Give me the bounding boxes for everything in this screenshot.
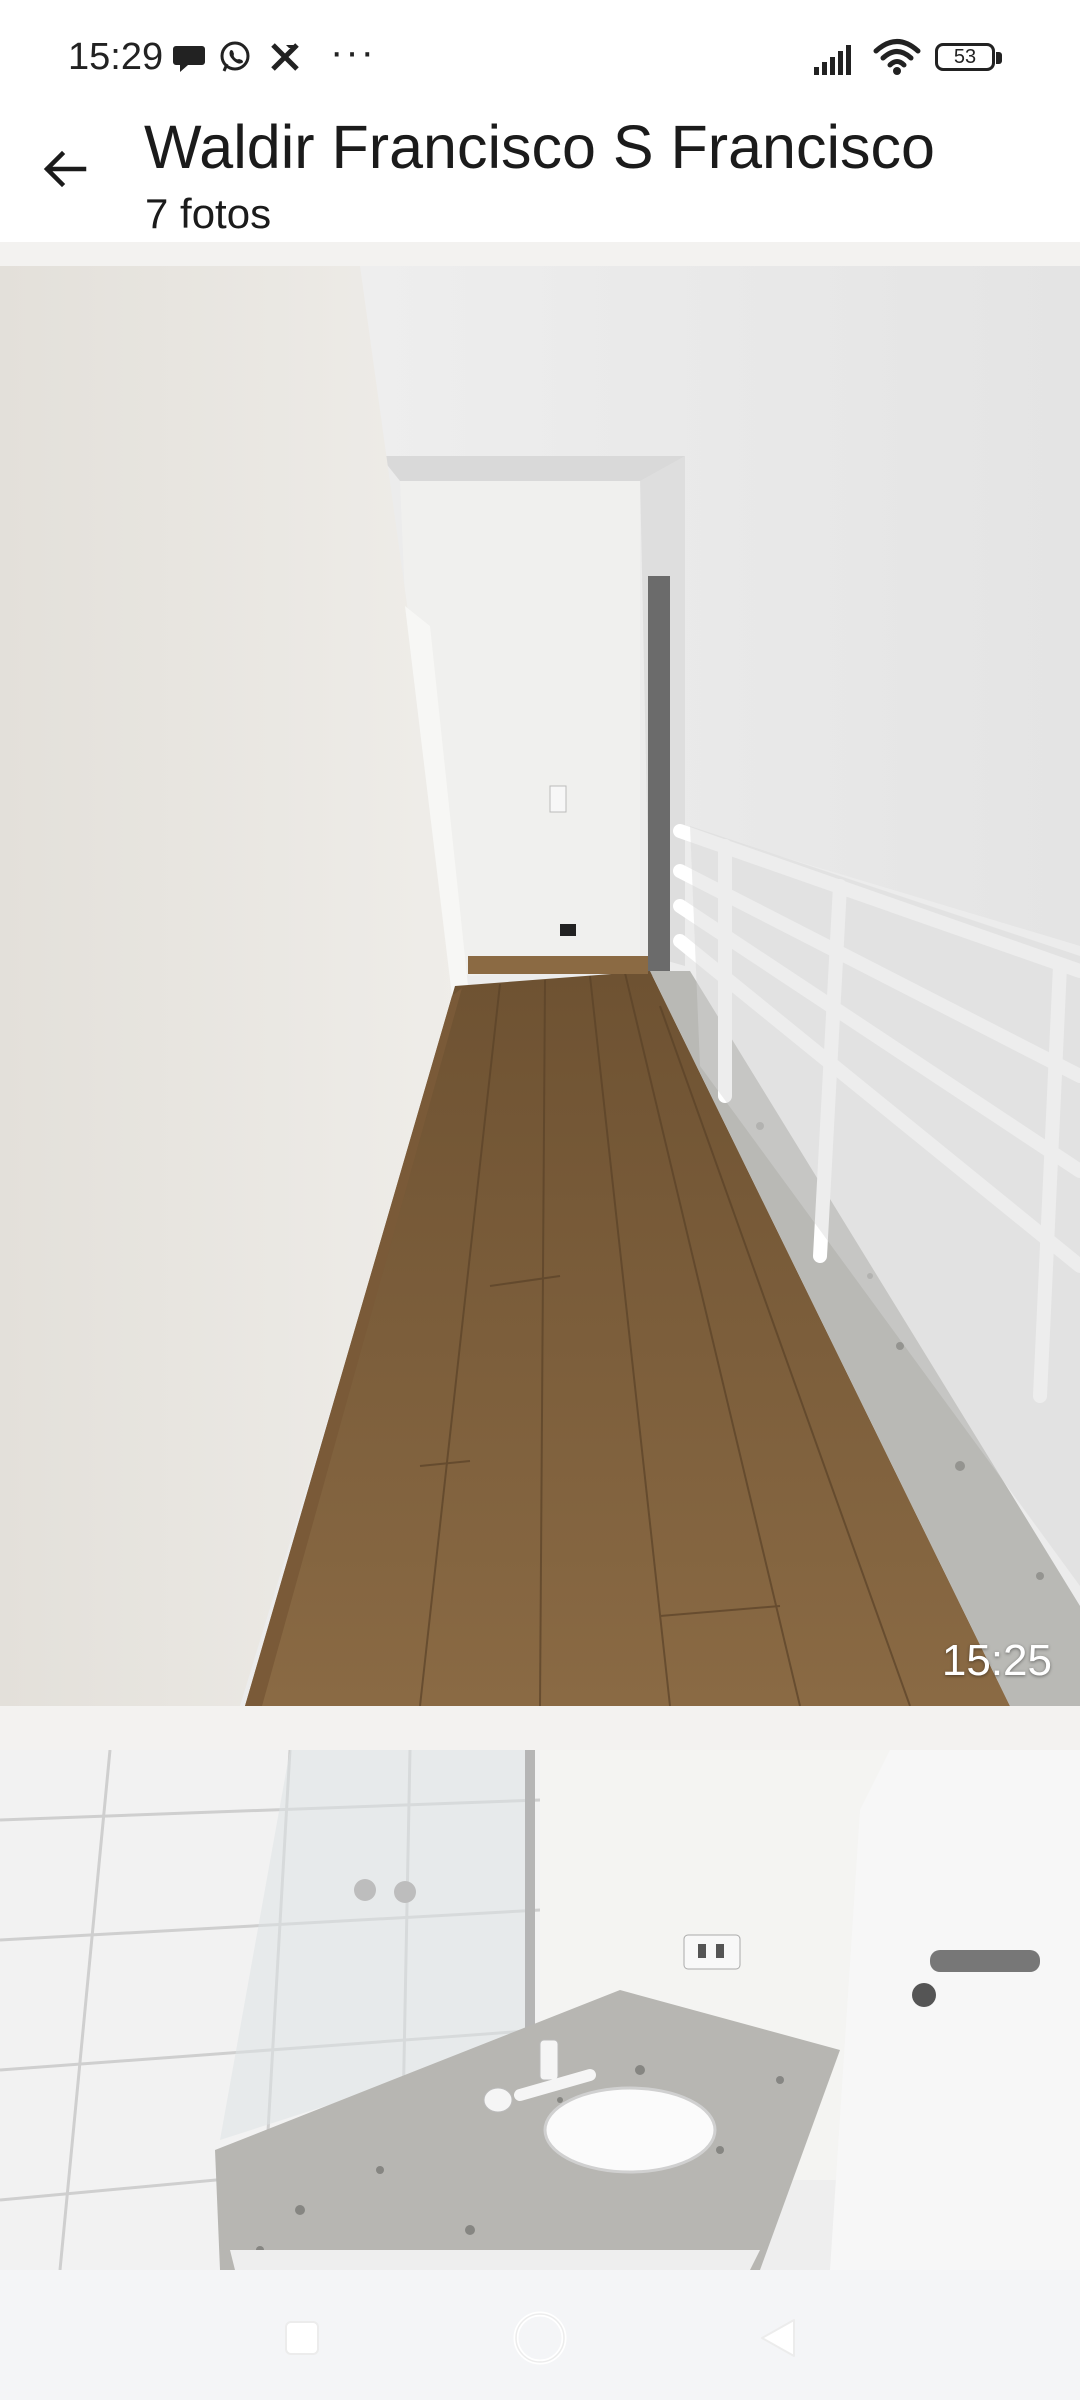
photo-timestamp: 15:25 xyxy=(941,1636,1052,1685)
battery-indicator: 53 xyxy=(935,43,1005,75)
whatsapp-icon xyxy=(220,41,250,72)
bathroom-image xyxy=(0,1750,1080,2270)
square-icon xyxy=(285,2321,319,2355)
arrow-left-icon xyxy=(43,150,87,188)
nav-back-button[interactable] xyxy=(748,2308,808,2368)
contact-name: Waldir Francisco S Francisco xyxy=(144,113,935,181)
hallway-image xyxy=(0,266,1080,1706)
status-bar: 15:29 ··· 53 xyxy=(0,0,1080,110)
triangle-back-icon xyxy=(761,2319,795,2357)
home-button[interactable] xyxy=(510,2308,570,2368)
photo-hallway[interactable]: 15:25 xyxy=(0,266,1080,1706)
photo-count: 7 fotos xyxy=(145,190,272,237)
app-bar: Waldir Francisco S Francisco 7 fotos xyxy=(0,110,1080,242)
more-notifications-indicator: ··· xyxy=(330,30,376,74)
signal-bars-icon xyxy=(814,45,851,75)
battery-level: 53 xyxy=(935,43,995,71)
photo-bathroom[interactable] xyxy=(0,1750,1080,2270)
back-button[interactable] xyxy=(30,134,100,204)
status-time: 15:29 xyxy=(68,36,164,78)
separator xyxy=(0,242,1080,266)
recents-button[interactable] xyxy=(272,2308,332,2368)
chat-bubble-icon xyxy=(173,46,205,72)
x-app-icon xyxy=(271,43,299,71)
separator xyxy=(0,1706,1080,1750)
system-nav-bar xyxy=(0,2270,1080,2400)
wifi-icon xyxy=(873,39,921,75)
circle-icon xyxy=(513,2311,567,2365)
